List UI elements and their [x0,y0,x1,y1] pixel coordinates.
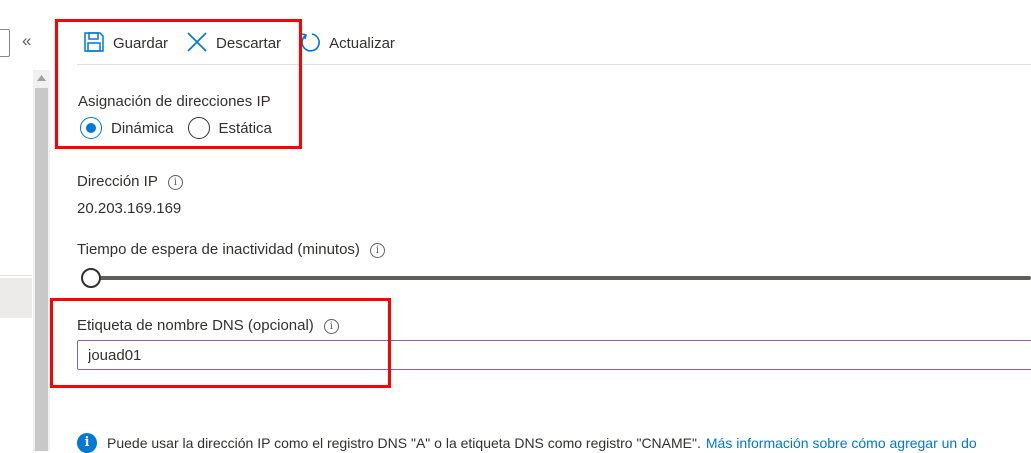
collapse-sidebar-button[interactable]: « [22,31,31,51]
left-search-input[interactable] [0,29,10,57]
idle-timeout-field-label: Tiempo de espera de inactividad (minutos… [77,241,385,258]
ip-address-field-label: Dirección IP i [77,173,183,190]
info-message: i Puede usar la dirección IP como el reg… [77,433,977,453]
info-icon[interactable]: i [167,174,183,190]
highlight-box-toolbar [55,19,302,149]
vertical-scrollbar[interactable] [33,70,50,451]
info-filled-icon: i [77,433,97,453]
refresh-button[interactable]: Actualizar [299,31,395,56]
learn-more-link[interactable]: Más información sobre cómo agregar un do [706,435,977,451]
info-message-text: Puede usar la dirección IP como el regis… [107,435,701,451]
refresh-label: Actualizar [329,34,395,52]
scrollbar-thumb[interactable] [35,88,48,451]
ip-address-label: Dirección IP [77,173,158,190]
idle-timeout-slider-thumb[interactable] [81,268,101,288]
idle-timeout-slider-track[interactable] [91,276,1031,280]
refresh-icon [299,31,321,56]
left-nav-selected-item[interactable] [0,278,32,318]
scroll-up-arrow-icon[interactable] [33,70,50,86]
left-divider [0,275,32,276]
info-icon[interactable]: i [369,242,385,258]
ip-address-value: 20.203.169.169 [77,200,182,217]
highlight-box-dns [50,298,391,388]
idle-timeout-label: Tiempo de espera de inactividad (minutos… [77,241,360,258]
